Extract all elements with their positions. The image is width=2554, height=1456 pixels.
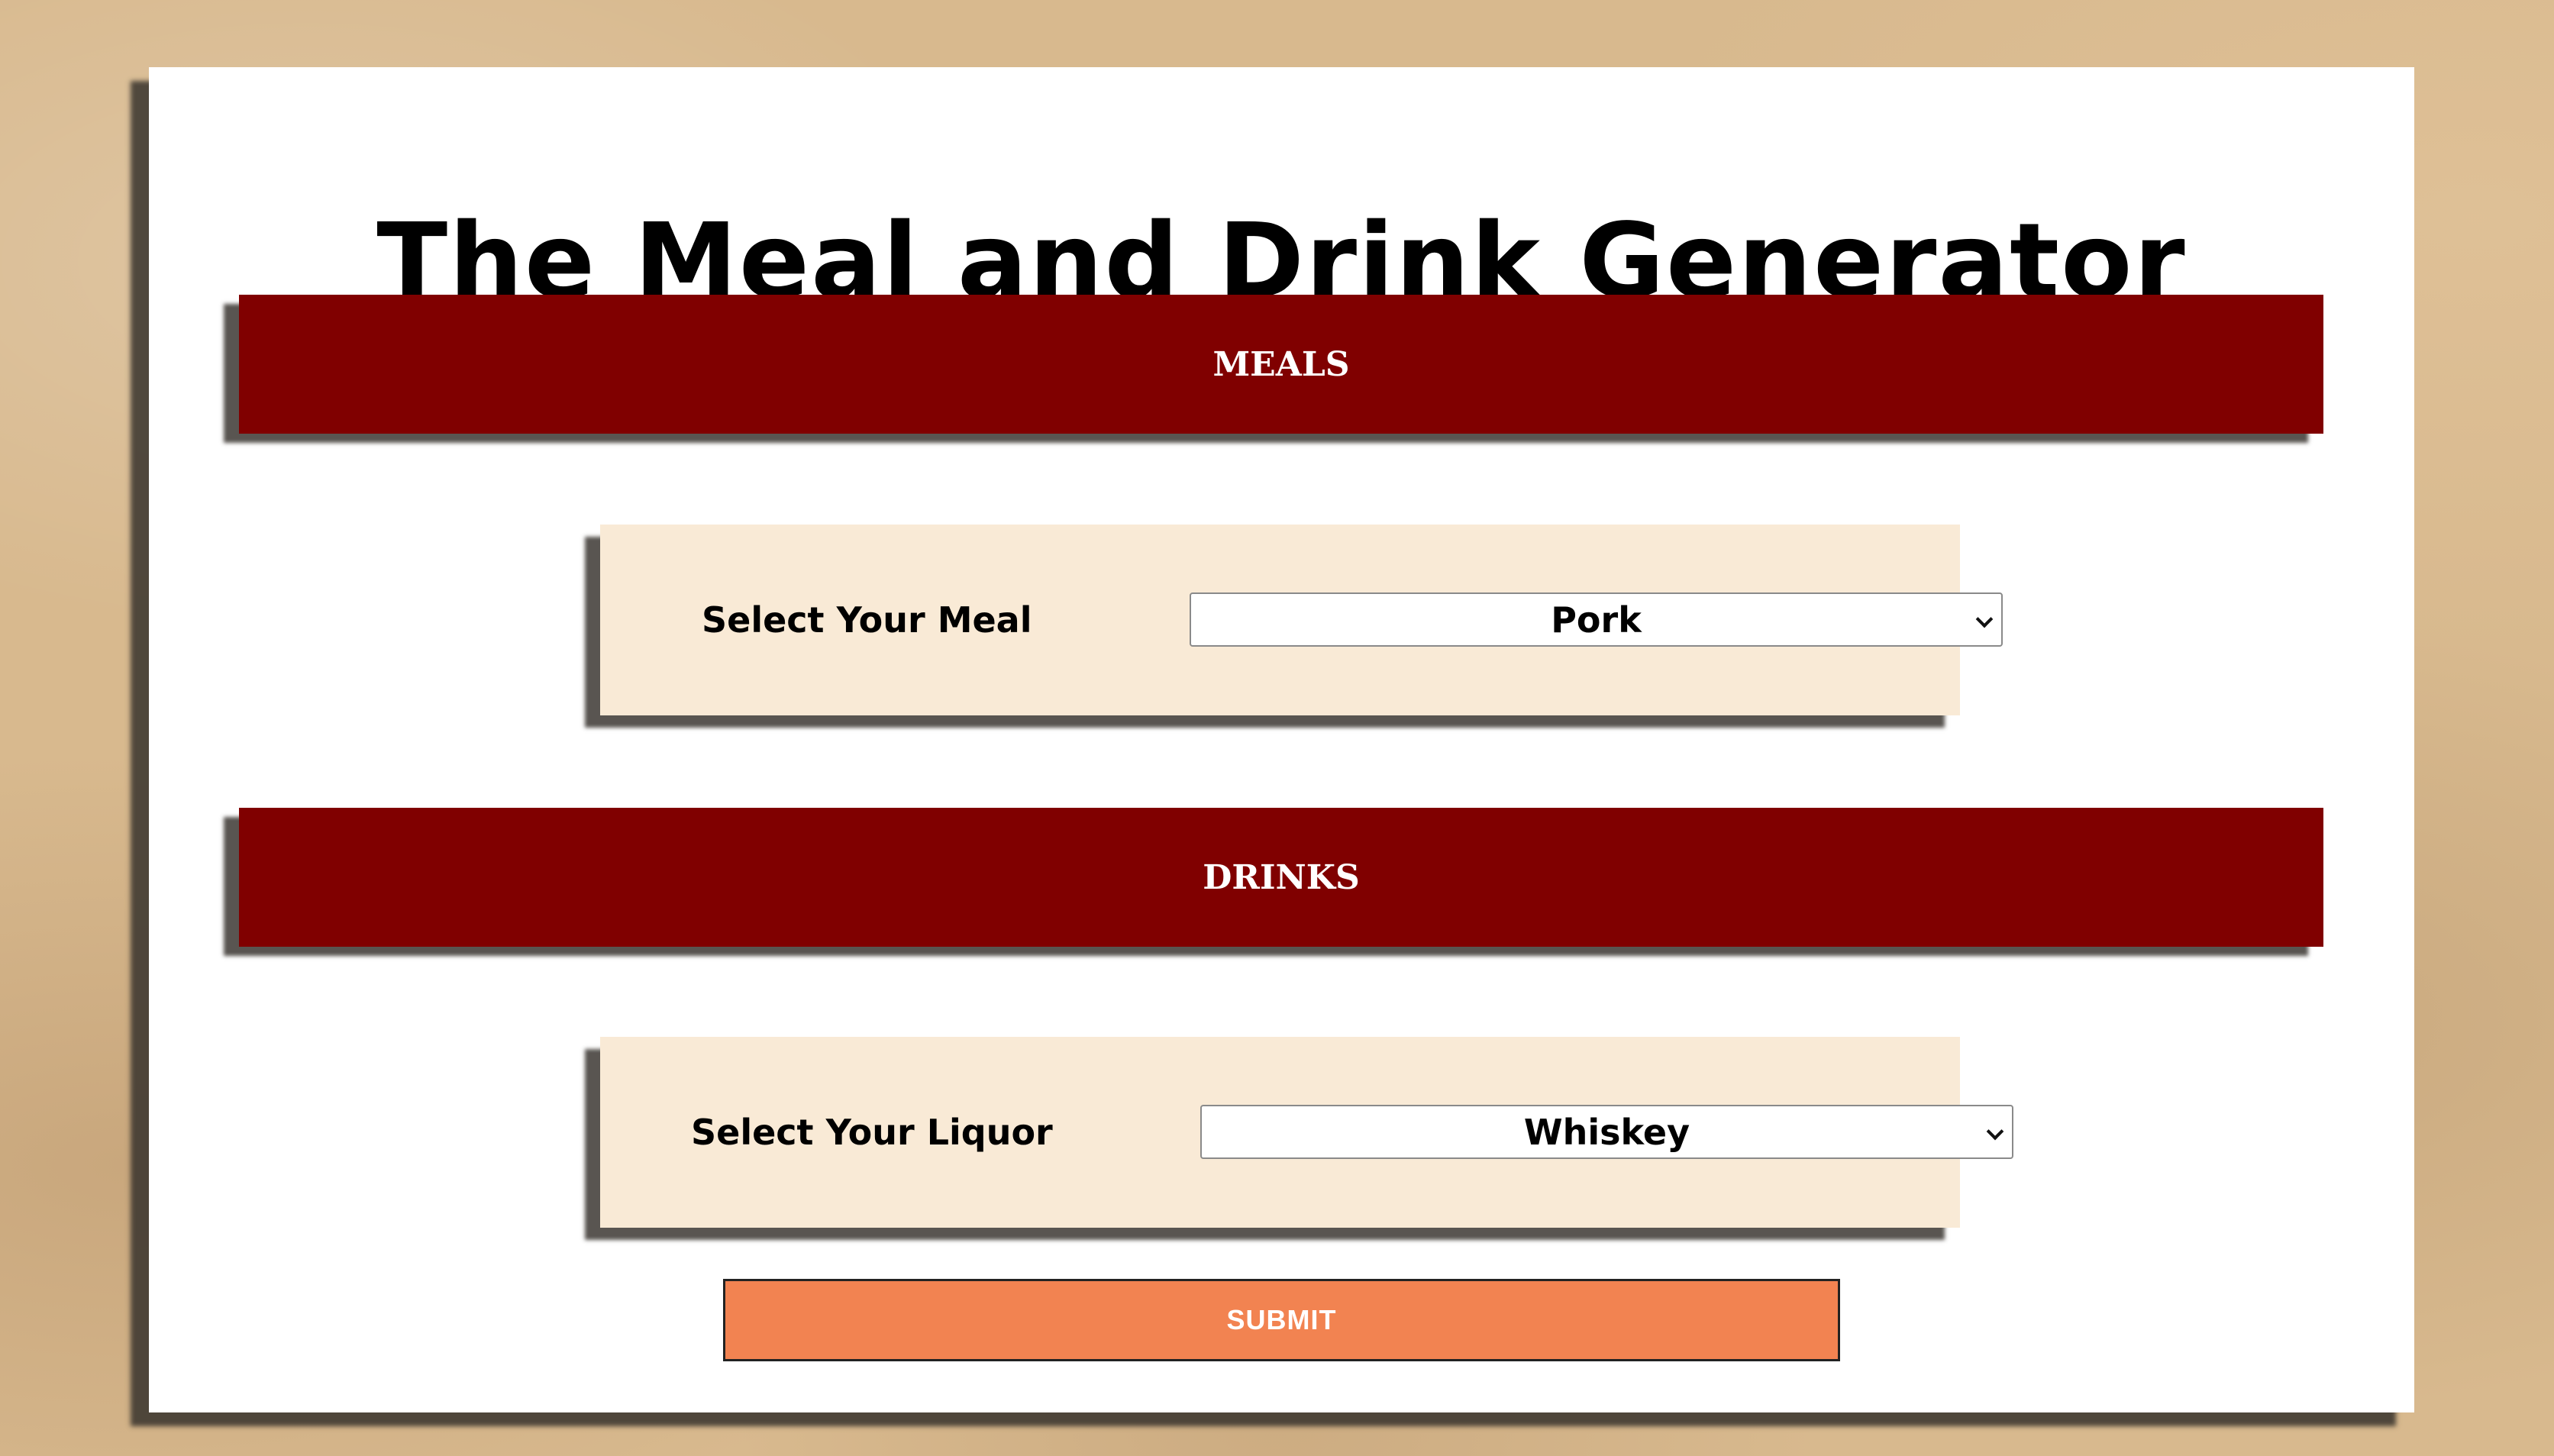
chevron-down-icon [1986, 1122, 2004, 1140]
liquor-select-panel: Select Your Liquor Whiskey [600, 1037, 2013, 1228]
meal-select[interactable]: Pork [1190, 592, 2003, 647]
drinks-banner-label: DRINKS [1203, 857, 1360, 897]
meal-select-value: Pork [1551, 599, 1642, 641]
liquor-select-value: Whiskey [1523, 1111, 1690, 1153]
drinks-banner: DRINKS [239, 808, 2323, 947]
liquor-select[interactable]: Whiskey [1200, 1105, 2013, 1159]
meals-banner-label: MEALS [1212, 344, 1350, 384]
liquor-select-label: Select Your Liquor [691, 1112, 1053, 1153]
meal-select-label: Select Your Meal [702, 599, 1032, 641]
meal-select-panel: Select Your Meal Pork [600, 525, 2003, 715]
chevron-down-icon [1975, 610, 1994, 628]
submit-button[interactable]: SUBMIT [723, 1279, 1840, 1361]
main-card: The Meal and Drink Generator MEALS Selec… [149, 67, 2414, 1412]
submit-button-label: SUBMIT [1226, 1304, 1337, 1335]
meals-banner: MEALS [239, 295, 2323, 434]
